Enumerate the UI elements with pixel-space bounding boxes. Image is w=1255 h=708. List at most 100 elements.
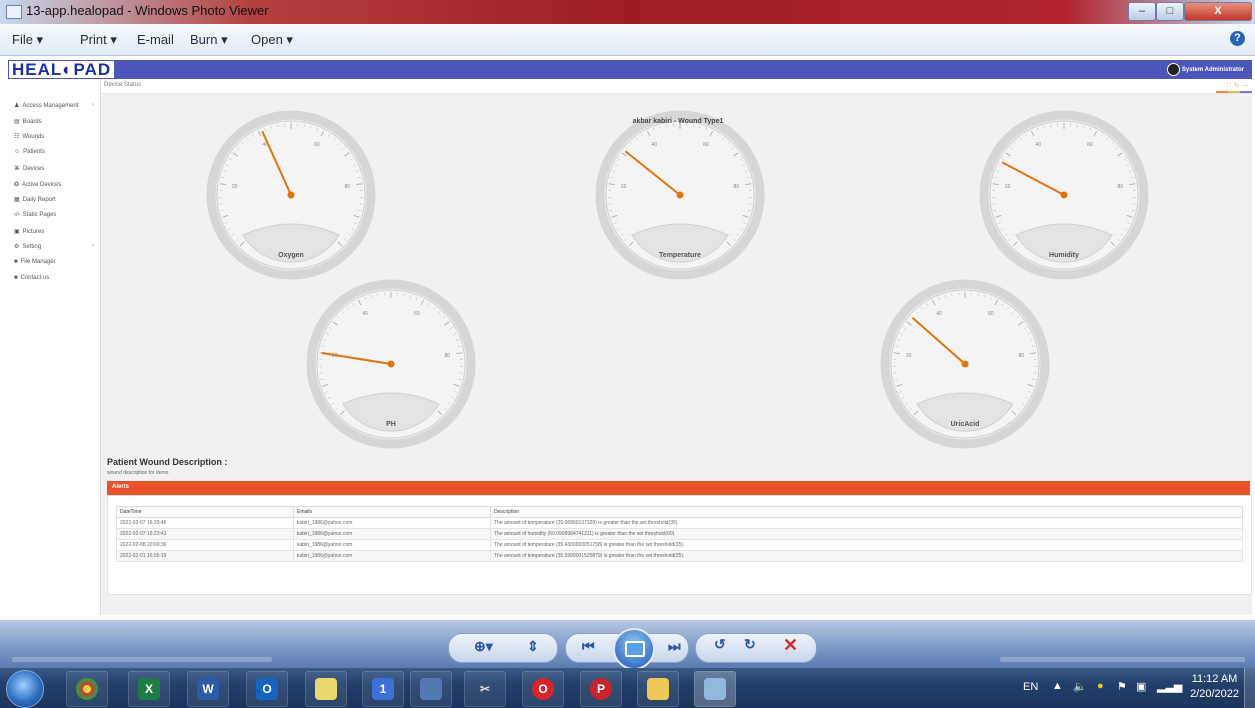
rotate-right-icon[interactable]: ↻ bbox=[744, 636, 756, 653]
menu-print[interactable]: Print ▾ bbox=[80, 32, 117, 48]
clock-date: 2/20/2022 bbox=[1190, 688, 1239, 700]
zoom-info-blur bbox=[1000, 657, 1245, 662]
action-center-icon[interactable]: ⚑ bbox=[1117, 680, 1127, 693]
uricacid-tick-label: 60 bbox=[988, 311, 994, 317]
alerts-table: DateTime Emails Description 2022-02-07 1… bbox=[116, 506, 1243, 562]
outlook-icon: O bbox=[256, 678, 278, 700]
taskbar: X W O 1 ✂ O P EN ▲ 🔈 ● ⚑ ▣ ▂▃▅ 11:12 AM 2… bbox=[0, 668, 1255, 708]
temperature-gauge-label: Temperature bbox=[659, 252, 701, 259]
alerts-title: Alerts bbox=[112, 484, 130, 490]
chrome-icon bbox=[76, 678, 98, 700]
close-button[interactable]: X bbox=[1184, 2, 1252, 21]
table-row: 2022-02-08 20:00:36 kabiri_1986@yahoo.com… bbox=[116, 539, 1243, 551]
oxygen-tick-label: 80 bbox=[345, 184, 351, 190]
temperature-tick-label: 80 bbox=[734, 184, 740, 190]
description-heading: Patient Wound Description : bbox=[107, 457, 228, 467]
cell-email: kabiri_1986@yahoo.com bbox=[293, 550, 491, 562]
maximize-button[interactable]: □ bbox=[1156, 2, 1184, 21]
language-indicator[interactable]: EN bbox=[1023, 681, 1038, 693]
humidity-needle-hub bbox=[1060, 191, 1068, 199]
taskbar-opera[interactable]: O bbox=[522, 671, 564, 707]
table-header-row: DateTime Emails Description bbox=[116, 506, 1243, 518]
sticky-notes-icon bbox=[315, 678, 337, 700]
menu-open[interactable]: Open ▾ bbox=[251, 32, 293, 48]
menu-email[interactable]: E-mail bbox=[137, 32, 174, 47]
window-title: 13-app.healopad - Windows Photo Viewer bbox=[26, 3, 269, 18]
taskbar-notes[interactable] bbox=[305, 671, 347, 707]
humidity-tick-label: 40 bbox=[1035, 142, 1041, 148]
cell-description: The amount of humidity (60.0999984741211… bbox=[490, 528, 1243, 540]
next-icon[interactable]: ⏭ bbox=[668, 638, 681, 655]
file-info-blur bbox=[12, 657, 272, 662]
taskbar-explorer[interactable] bbox=[637, 671, 679, 707]
ph-tick-label: 60 bbox=[414, 311, 420, 317]
teams-icon: 1 bbox=[372, 678, 394, 700]
description-text: wound description for demo bbox=[107, 470, 169, 476]
cell-email: kabiri_1986@yahoo.com bbox=[293, 528, 491, 540]
display-icon[interactable]: ▣ bbox=[1136, 680, 1146, 693]
column-header-description[interactable]: Description bbox=[490, 506, 1243, 518]
temperature-tick-label: 60 bbox=[703, 142, 709, 148]
menu-bar: File ▾ Print ▾ E-mail Burn ▾ Open ▾ ? bbox=[0, 24, 1255, 56]
network-app-icon bbox=[420, 678, 442, 700]
cell-email: kabiri_1986@yahoo.com bbox=[293, 517, 491, 529]
column-header-datetime[interactable]: DateTime bbox=[116, 506, 294, 518]
uricacid-needle-hub bbox=[961, 360, 969, 368]
network-signal-icon[interactable]: ▂▃▅ bbox=[1157, 680, 1182, 693]
oxygen-tick-label: 60 bbox=[314, 142, 320, 148]
show-hidden-icons[interactable]: ▲ bbox=[1052, 680, 1063, 692]
taskbar-network-app[interactable] bbox=[410, 671, 452, 707]
start-button[interactable] bbox=[6, 670, 44, 708]
table-row: 2022-02-07 16:20:46 kabiri_1986@yahoo.com… bbox=[116, 517, 1243, 529]
minimize-button[interactable]: – bbox=[1128, 2, 1156, 21]
previous-icon[interactable]: ⏮ bbox=[582, 638, 595, 655]
actual-size-icon[interactable]: ⇕ bbox=[527, 638, 539, 655]
taskbar-snipping[interactable]: ✂ bbox=[464, 671, 506, 707]
temperature-tick-label: 20 bbox=[621, 184, 627, 190]
zoom-icon[interactable]: ⊕▾ bbox=[474, 638, 493, 655]
uricacid-tick-label: 80 bbox=[1019, 353, 1025, 359]
menu-burn[interactable]: Burn ▾ bbox=[190, 32, 228, 48]
taskbar-excel[interactable]: X bbox=[128, 671, 170, 707]
oxygen-gauge-label: Oxygen bbox=[278, 252, 304, 259]
cell-email: kabiri_1986@yahoo.com bbox=[293, 539, 491, 551]
rotate-left-icon[interactable]: ↺ bbox=[714, 636, 726, 653]
taskbar-pinterest[interactable]: P bbox=[580, 671, 622, 707]
taskbar-outlook[interactable]: O bbox=[246, 671, 288, 707]
excel-icon: X bbox=[138, 678, 160, 700]
table-row: 2022-02-07 16:23:43 kabiri_1986@yahoo.com… bbox=[116, 528, 1243, 540]
cell-description: The amount of temperature (35.0680013732… bbox=[490, 517, 1243, 529]
cell-datetime: 2022-02-01 16:05:19 bbox=[116, 550, 294, 562]
update-icon[interactable]: ● bbox=[1097, 680, 1104, 692]
window-title-bar: 13-app.healopad - Windows Photo Viewer –… bbox=[0, 0, 1255, 24]
cell-datetime: 2022-02-07 16:23:43 bbox=[116, 528, 294, 540]
delete-icon[interactable]: ✕ bbox=[783, 635, 798, 656]
photo-viewer-taskbar-icon bbox=[704, 678, 726, 700]
volume-icon[interactable]: 🔈 bbox=[1073, 680, 1087, 693]
taskbar-teams[interactable]: 1 bbox=[362, 671, 404, 707]
temperature-needle-hub bbox=[676, 191, 684, 199]
taskbar-photo-viewer[interactable] bbox=[694, 671, 736, 707]
ph-needle-hub bbox=[387, 360, 395, 368]
snipping-tool-icon: ✂ bbox=[479, 682, 491, 696]
word-icon: W bbox=[197, 678, 219, 700]
show-desktop-button[interactable] bbox=[1244, 668, 1255, 708]
cell-datetime: 2022-02-07 16:20:46 bbox=[116, 517, 294, 529]
taskbar-word[interactable]: W bbox=[187, 671, 229, 707]
menu-file[interactable]: File ▾ bbox=[12, 32, 43, 48]
oxygen-needle-hub bbox=[287, 191, 295, 199]
chart-title: akbar kabiri - Wound Type1 bbox=[632, 118, 724, 125]
uricacid-tick-label: 20 bbox=[906, 353, 912, 359]
p-app-icon: P bbox=[590, 678, 612, 700]
opera-icon: O bbox=[532, 678, 554, 700]
help-icon[interactable]: ? bbox=[1230, 31, 1245, 46]
temperature-tick-label: 40 bbox=[651, 142, 657, 148]
taskbar-chrome[interactable] bbox=[66, 671, 108, 707]
cell-datetime: 2022-02-08 20:00:36 bbox=[116, 539, 294, 551]
humidity-gauge-label: Humidity bbox=[1049, 252, 1079, 259]
column-header-emails[interactable]: Emails bbox=[293, 506, 491, 518]
clock[interactable]: 11:12 AM 2/20/2022 bbox=[1190, 672, 1239, 702]
uricacid-gauge-label: UricAcid bbox=[951, 421, 980, 428]
ph-tick-label: 80 bbox=[445, 353, 451, 359]
slideshow-button[interactable] bbox=[613, 628, 655, 670]
